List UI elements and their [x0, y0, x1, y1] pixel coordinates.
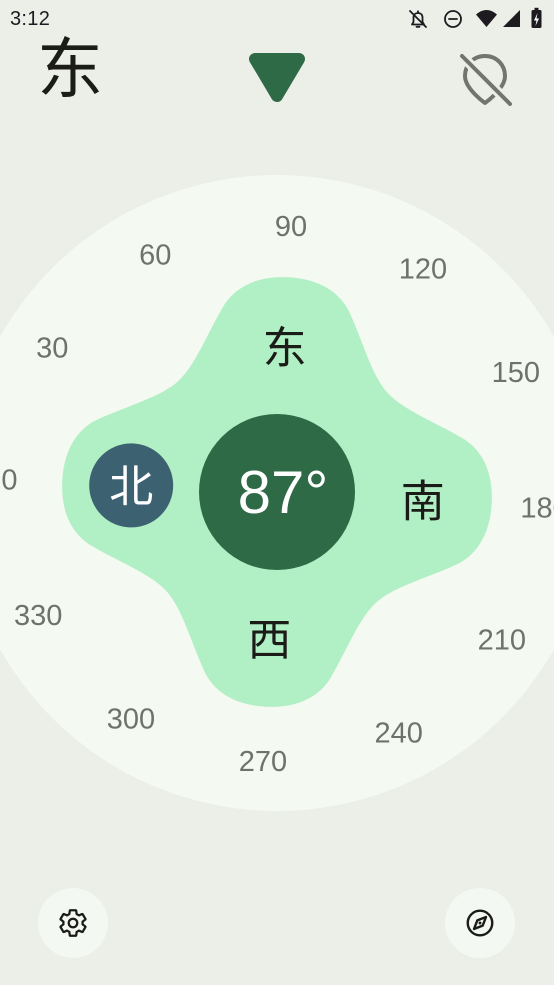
current-direction-label: 东 [37, 31, 103, 108]
compass-mode-button[interactable] [445, 888, 515, 958]
settings-icon [59, 909, 87, 937]
east-label: 东 [263, 323, 307, 374]
degree-label-90: 90 [275, 211, 307, 243]
north-label: 北 [109, 461, 153, 512]
status-time: 3:12 [10, 8, 51, 30]
degree-label-270: 270 [239, 746, 287, 778]
degree-label-120: 120 [399, 254, 447, 286]
degree-label-180: 180 [520, 493, 554, 525]
compass-screen: 0 30 60 90 120 150 180 210 240 270 300 330 北 东南西 87°… [0, 0, 554, 985]
degree-label-330: 330 [14, 600, 62, 632]
battery-charging-icon [530, 7, 544, 29]
settings-button[interactable] [38, 888, 108, 958]
degree-label-300: 300 [107, 703, 155, 735]
compass-dial: 0 30 60 90 120 150 180 210 240 270 300 330 北 东南西 87° [0, 175, 554, 811]
notifications-off-icon [408, 9, 428, 29]
do-not-disturb-icon [443, 9, 463, 29]
heading-pointer-icon [246, 50, 309, 107]
wifi-icon [475, 9, 498, 29]
south-label: 南 [401, 477, 445, 528]
degree-label-150: 150 [492, 357, 540, 389]
location-off-icon[interactable] [456, 50, 514, 108]
degree-label-210: 210 [478, 625, 526, 657]
degree-label-0: 0 [1, 465, 17, 497]
degree-label-30: 30 [36, 333, 68, 365]
degree-label-240: 240 [375, 717, 423, 749]
explore-icon [466, 909, 494, 937]
cell-signal-icon [502, 9, 521, 29]
heading-value: 87° [238, 459, 329, 526]
west-label: 西 [247, 615, 291, 666]
degree-label-60: 60 [139, 240, 171, 272]
